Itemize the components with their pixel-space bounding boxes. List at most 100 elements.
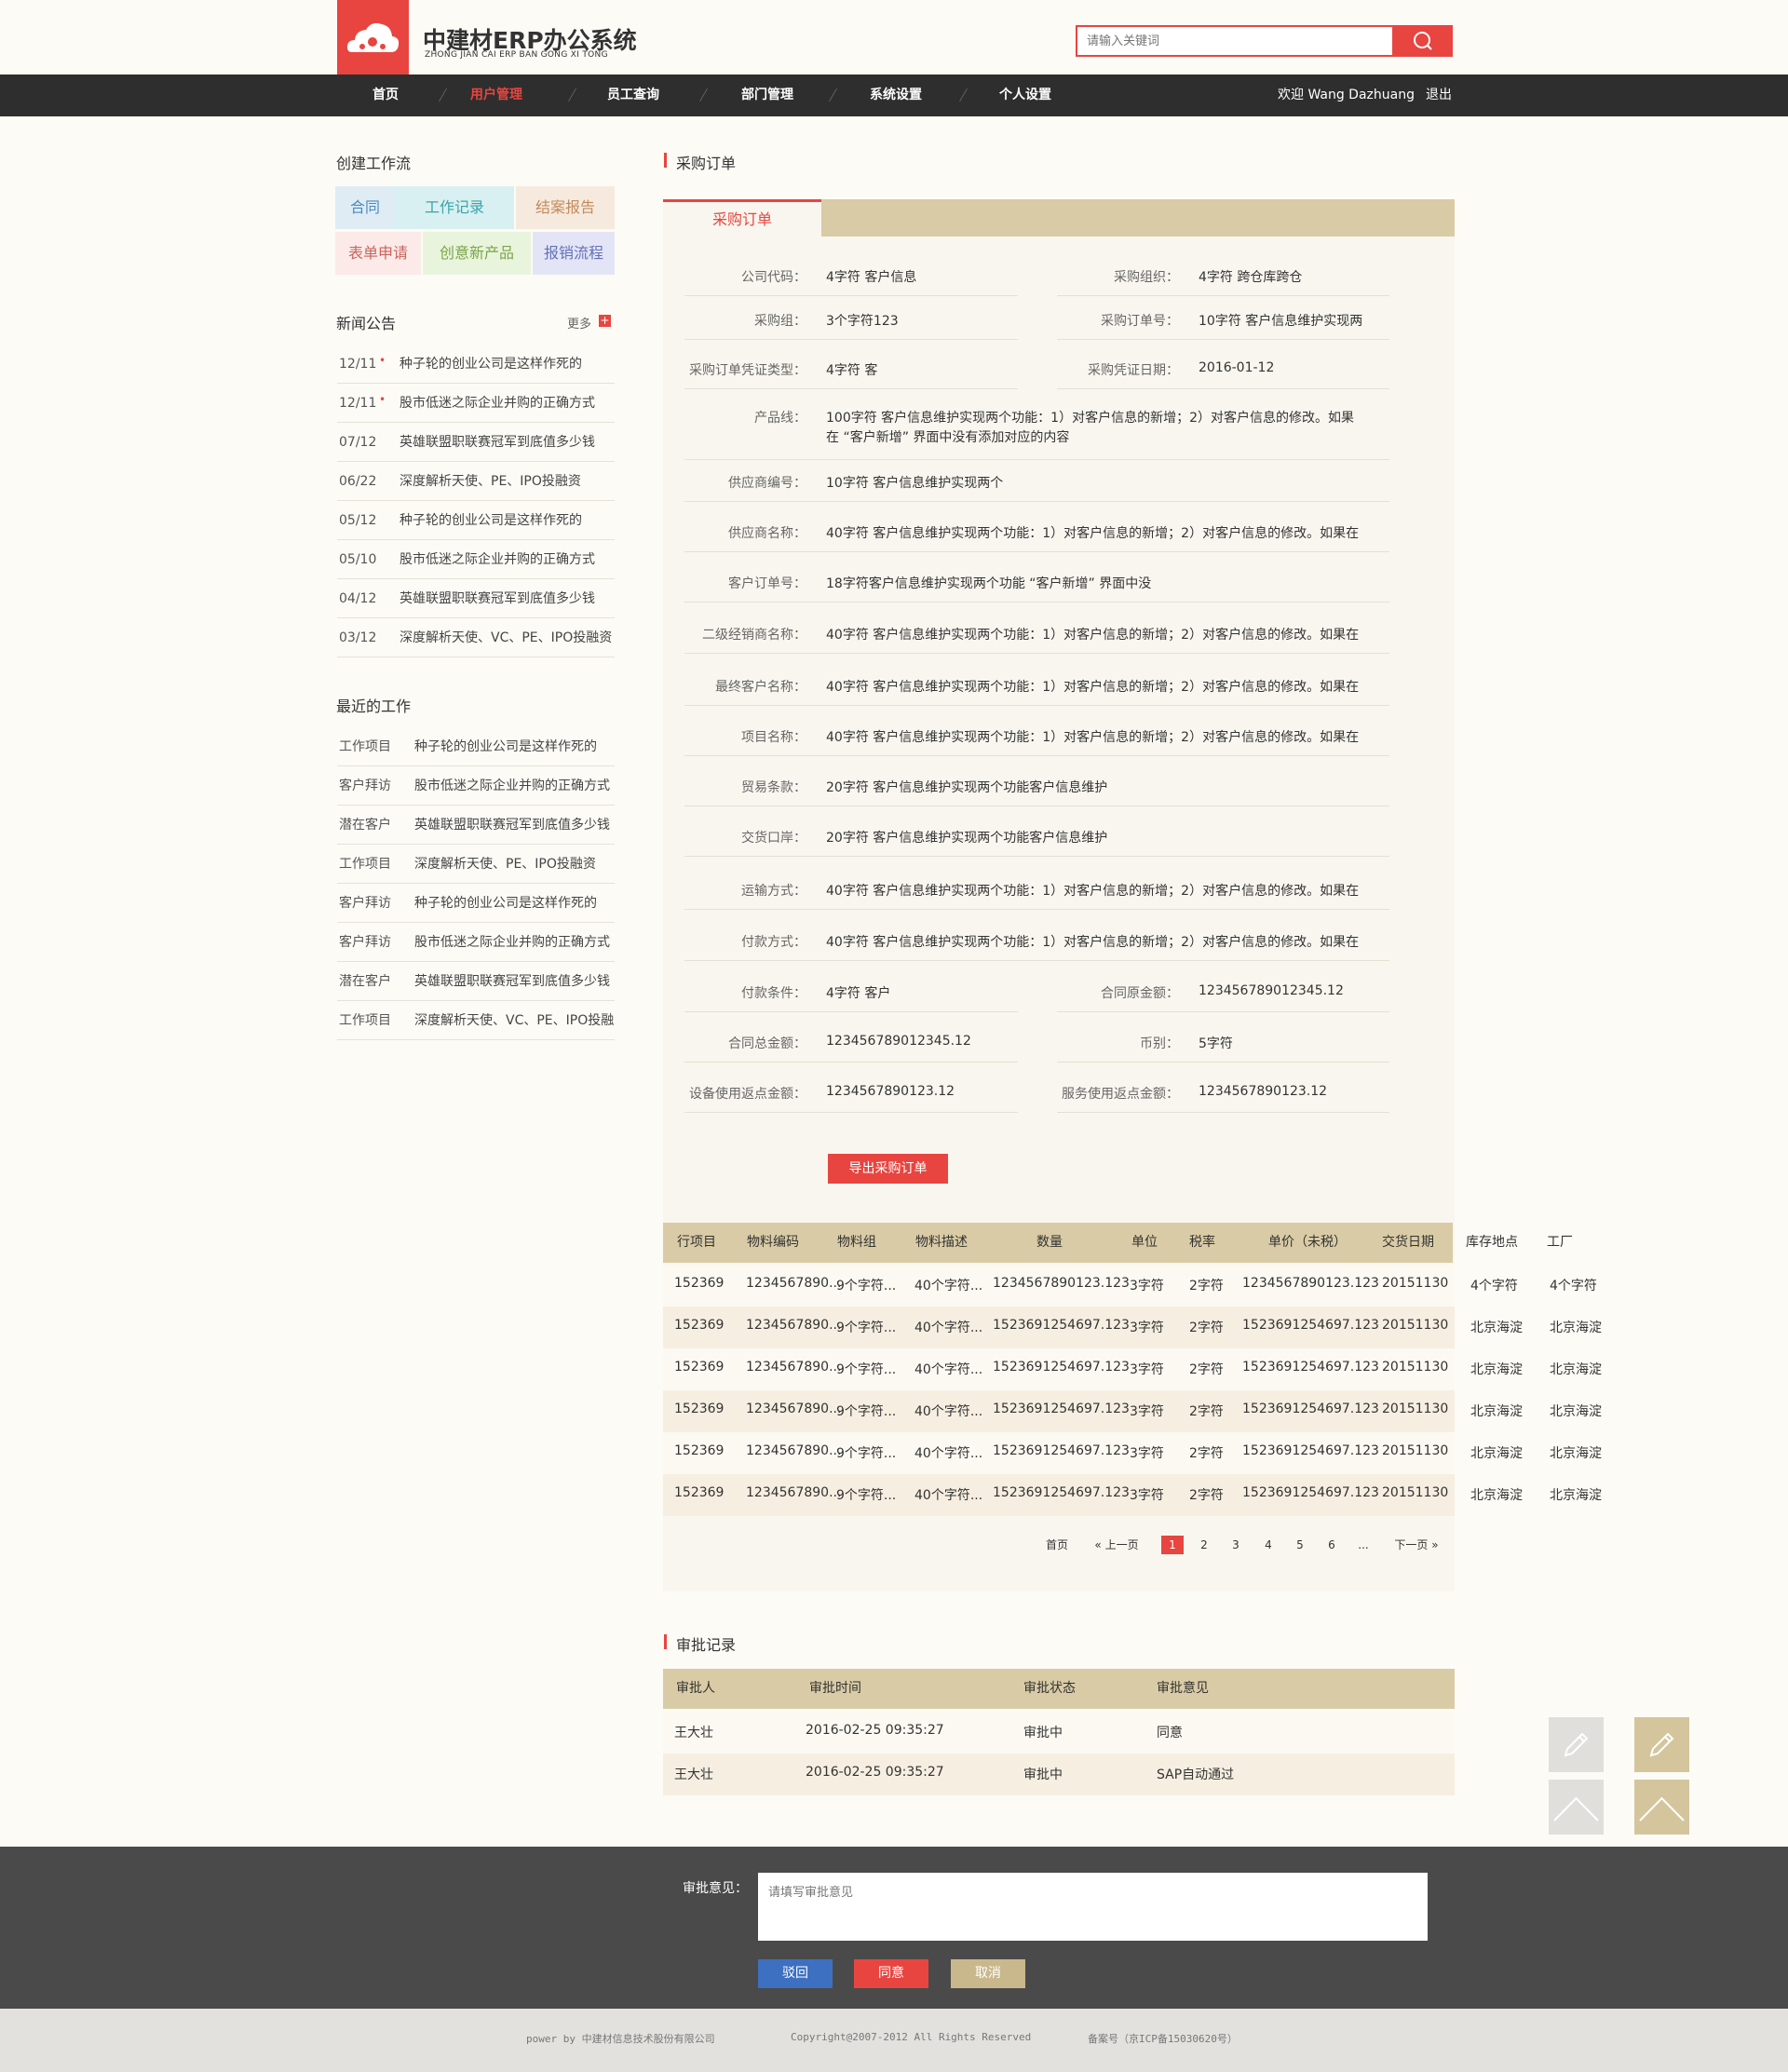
- tab-purchase-order[interactable]: 采购订单: [663, 199, 821, 237]
- edit-button-grey[interactable]: [1549, 1717, 1604, 1772]
- nav-item-home[interactable]: 首页: [372, 74, 399, 116]
- work-type: 潜在客户: [339, 974, 391, 989]
- page-prev[interactable]: « 上一页: [1089, 1536, 1145, 1554]
- field-label-voucher-date: 采购凭证日期：: [1088, 363, 1179, 378]
- scroll-top-button-grey[interactable]: [1549, 1780, 1604, 1835]
- scroll-top-button-tan[interactable]: [1634, 1780, 1689, 1835]
- field-divider: [684, 339, 1018, 340]
- work-title: 深度解析天使、VC、PE、IPO投融: [414, 1013, 615, 1028]
- work-item[interactable]: 客户拜访 种子轮的创业公司是这样作死的: [337, 884, 615, 923]
- page-first[interactable]: 首页: [1041, 1536, 1073, 1554]
- news-item[interactable]: 05/12 种子轮的创业公司是这样作死的: [337, 501, 615, 540]
- page-1[interactable]: 1: [1161, 1536, 1184, 1554]
- plus-icon[interactable]: +: [599, 315, 611, 327]
- workflow-tile-new-product[interactable]: 创意新产品: [423, 232, 531, 275]
- approval-td: 审批中: [1023, 1726, 1063, 1740]
- approval-td: 2016-02-25 09:35:27: [806, 1723, 944, 1738]
- items-td: 1234567890...: [746, 1485, 842, 1500]
- workflow-tile-case-report[interactable]: 结案报告: [516, 186, 615, 229]
- items-td: 152369: [674, 1276, 725, 1291]
- news-item[interactable]: 04/12 英雄联盟职联赛冠军到底值多少钱: [337, 579, 615, 618]
- field-label-currency: 币别：: [1140, 1036, 1179, 1051]
- items-td: 1234567890123.123: [993, 1276, 1130, 1291]
- order-section-title: 采购订单: [676, 155, 737, 172]
- items-td: 北京海淀: [1550, 1446, 1602, 1461]
- page-3[interactable]: 3: [1225, 1536, 1247, 1554]
- field-value-contract-original: 123456789012345.12: [1199, 983, 1344, 998]
- field-divider: [684, 459, 1389, 460]
- items-td: 北京海淀: [1470, 1362, 1523, 1377]
- work-item[interactable]: 工作项目 深度解析天使、VC、PE、IPO投融: [337, 1001, 615, 1040]
- items-td: 1234567890...: [746, 1402, 842, 1416]
- field-value-voucher-type: 4字符 客: [826, 363, 878, 378]
- edit-button-tan[interactable]: [1634, 1717, 1689, 1772]
- work-item[interactable]: 客户拜访 股市低迷之际企业并购的正确方式: [337, 923, 615, 962]
- workflow-tile-contract[interactable]: 合同: [335, 186, 395, 229]
- news-item[interactable]: 03/12 深度解析天使、VC、PE、IPO投融资: [337, 618, 615, 657]
- work-item[interactable]: 工作项目 深度解析天使、PE、IPO投融资: [337, 845, 615, 884]
- page-4[interactable]: 4: [1257, 1536, 1280, 1554]
- news-item[interactable]: 06/22 深度解析天使、PE、IPO投融资: [337, 462, 615, 501]
- items-td: 1234567890123.123: [1242, 1276, 1379, 1291]
- field-value-product-line: 100字符 客户信息维护实现两个功能：1）对客户信息的新增；2）对客户信息的修改…: [826, 411, 1354, 426]
- field-label-product-line: 产品线：: [754, 411, 806, 426]
- items-td: 20151130: [1382, 1485, 1449, 1500]
- search-input[interactable]: [1076, 25, 1394, 57]
- page-2[interactable]: 2: [1193, 1536, 1215, 1554]
- page-next[interactable]: 下一页 »: [1387, 1536, 1446, 1554]
- agree-button[interactable]: 同意: [854, 1959, 928, 1988]
- logo[interactable]: [337, 0, 409, 74]
- page-6[interactable]: 6: [1321, 1536, 1343, 1554]
- nav-item-department[interactable]: 部门管理: [741, 74, 793, 116]
- items-td: 北京海淀: [1550, 1404, 1602, 1419]
- search-button[interactable]: [1394, 25, 1453, 57]
- logout-link[interactable]: 退出: [1426, 74, 1452, 116]
- opinion-input[interactable]: [758, 1873, 1428, 1941]
- items-th: 库存地点: [1466, 1235, 1518, 1250]
- page-5[interactable]: 5: [1289, 1536, 1311, 1554]
- news-title: 股市低迷之际企业并购的正确方式: [400, 552, 595, 567]
- work-title: 股市低迷之际企业并购的正确方式: [414, 935, 610, 950]
- field-value-purchase-org: 4字符 跨仓库跨仓: [1199, 270, 1303, 285]
- workflow-tile-work-record[interactable]: 工作记录: [395, 186, 514, 229]
- reject-button[interactable]: 驳回: [758, 1959, 833, 1988]
- field-value-supplier-name: 40字符 客户信息维护实现两个功能：1）对客户信息的新增；2）对客户信息的修改。…: [826, 526, 1360, 541]
- news-title: 种子轮的创业公司是这样作死的: [400, 513, 582, 528]
- export-order-button[interactable]: 导出采购订单: [828, 1154, 948, 1184]
- work-item[interactable]: 潜在客户 英雄联盟职联赛冠军到底值多少钱: [337, 806, 615, 845]
- nav-item-personal-settings[interactable]: 个人设置: [999, 74, 1051, 116]
- news-more-link[interactable]: 更多: [567, 314, 591, 332]
- work-title: 英雄联盟职联赛冠军到底值多少钱: [414, 974, 610, 989]
- approval-td: 审批中: [1023, 1767, 1063, 1782]
- field-divider: [1057, 339, 1389, 340]
- workflow-tile-form-apply[interactable]: 表单申请: [335, 232, 421, 275]
- news-item[interactable]: 05/10 股市低迷之际企业并购的正确方式: [337, 540, 615, 579]
- main-nav: 首页 用户管理 员工查询 部门管理 系统设置 个人设置 欢迎 Wang Dazh…: [0, 74, 1788, 116]
- items-td: 1523691254697.123: [993, 1402, 1130, 1416]
- news-item[interactable]: 07/12 英雄联盟职联赛冠军到底值多少钱: [337, 423, 615, 462]
- field-value-equip-rebate: 1234567890123.12: [826, 1084, 955, 1099]
- nav-item-system-settings[interactable]: 系统设置: [870, 74, 922, 116]
- news-item[interactable]: 12/11 • 股市低迷之际企业并购的正确方式: [337, 384, 615, 423]
- nav-item-user-management[interactable]: 用户管理: [470, 74, 522, 116]
- news-item[interactable]: 12/11 • 种子轮的创业公司是这样作死的: [337, 345, 615, 384]
- field-divider: [684, 1011, 1018, 1012]
- work-item[interactable]: 潜在客户 英雄联盟职联赛冠军到底值多少钱: [337, 962, 615, 1001]
- field-value-payment-terms: 4字符 客户: [826, 986, 891, 1001]
- field-divider: [1057, 1062, 1389, 1063]
- workflow-tile-reimbursement[interactable]: 报销流程: [533, 232, 615, 275]
- items-td: 40个字符...: [914, 1446, 983, 1461]
- nav-item-employee-query[interactable]: 员工查询: [607, 74, 659, 116]
- search-icon: [1414, 32, 1432, 50]
- copyright-text: Copyright@2007-2012 All Rights Reserved: [791, 2031, 1032, 2043]
- items-td: 3字符: [1130, 1320, 1164, 1335]
- field-value-delivery-port: 20字符 客户信息维护实现两个功能客户信息维护: [826, 831, 1108, 846]
- cancel-button[interactable]: 取消: [951, 1959, 1025, 1988]
- welcome-text: 欢迎 Wang Dazhuang: [1278, 88, 1415, 102]
- work-item[interactable]: 客户拜访 股市低迷之际企业并购的正确方式: [337, 766, 615, 806]
- field-label-voucher-type: 采购订单凭证类型：: [689, 363, 806, 378]
- work-item[interactable]: 工作项目 种子轮的创业公司是这样作死的: [337, 727, 615, 766]
- items-td: 152369: [674, 1443, 725, 1458]
- news-title: 种子轮的创业公司是这样作死的: [400, 357, 582, 372]
- brand-subtitle: ZHONG JIAN CAI ERP BAN GONG XI TONG: [425, 50, 608, 60]
